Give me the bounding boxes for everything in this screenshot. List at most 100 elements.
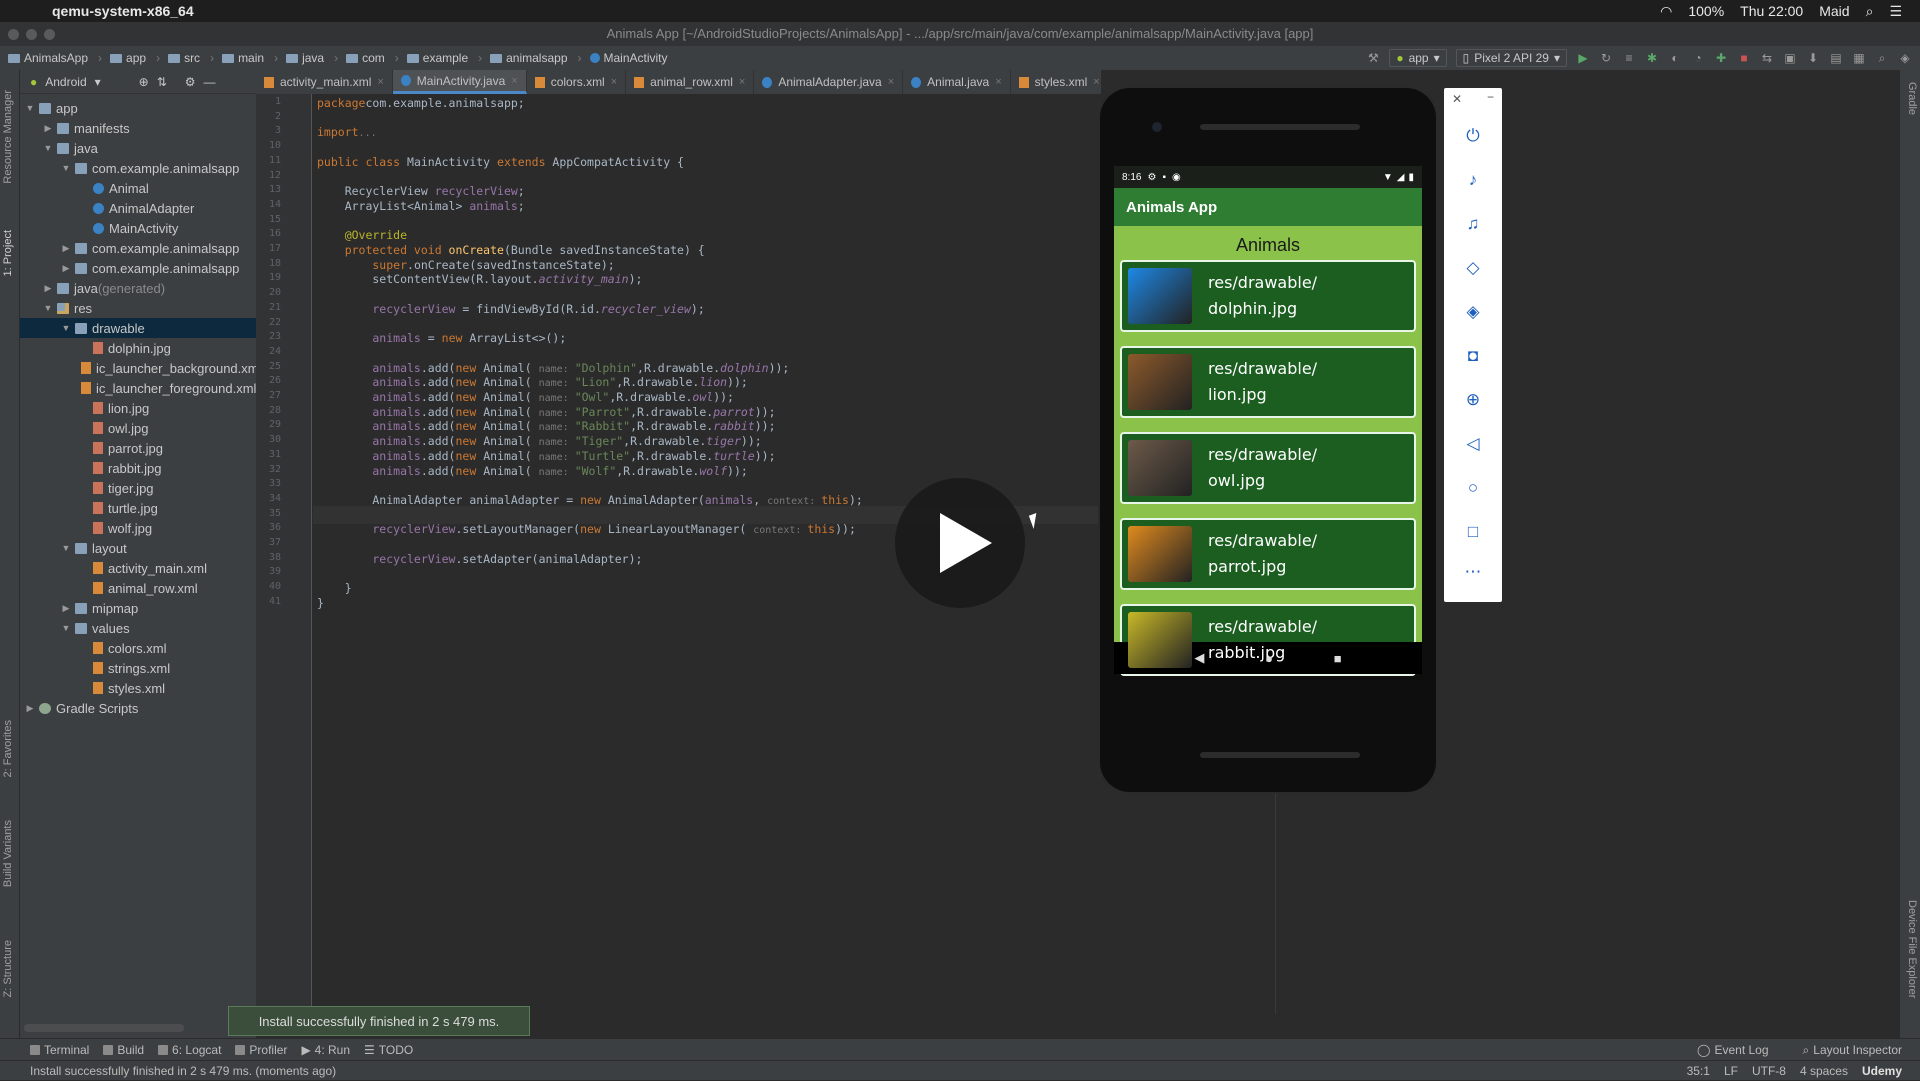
- editor-tab[interactable]: colors.xml ×: [527, 70, 627, 94]
- code-editor[interactable]: 1 2 3 10 11 12 13 14 15 16 17 18 19 20 21 22 23 24 25 26 27 2…: [256, 94, 1876, 1014]
- code-line[interactable]: animals.add(new Animal( name: "Wolf",R.d…: [317, 462, 747, 480]
- tree-item[interactable]: ▶ com.example.animalsapp: [20, 238, 256, 258]
- run-tab[interactable]: ▶ 4: Run: [301, 1043, 350, 1057]
- close-icon[interactable]: ✕: [1452, 92, 1462, 106]
- close-tab-icon[interactable]: ×: [511, 75, 517, 87]
- editor-tab[interactable]: animal_row.xml ×: [626, 70, 755, 94]
- logcat-tab[interactable]: 6: Logcat: [158, 1043, 221, 1057]
- collapsed-arrow-icon[interactable]: ▶: [60, 603, 72, 614]
- code-line[interactable]: recyclerView.setAdapter(animalAdapter);: [317, 550, 642, 568]
- volume-up-icon[interactable]: ♪: [1444, 170, 1502, 190]
- tree-item[interactable]: ▼ drawable: [20, 318, 256, 338]
- breadcrumb-item[interactable]: main ›: [222, 51, 278, 65]
- zoom-window-button[interactable]: [44, 29, 55, 40]
- tree-item[interactable]: tiger.jpg: [20, 478, 256, 498]
- tree-item[interactable]: ▶ manifests: [20, 118, 256, 138]
- debug-icon[interactable]: ✱: [1645, 51, 1659, 65]
- stop-icon[interactable]: ■: [1737, 51, 1751, 65]
- more-icon[interactable]: ⋯: [1444, 562, 1502, 582]
- code-line[interactable]: public class MainActivity extends AppCom…: [317, 153, 684, 171]
- tree-item[interactable]: ▼ res: [20, 298, 256, 318]
- close-tab-icon[interactable]: ×: [1093, 76, 1099, 88]
- code-line[interactable]: ArrayList<Animal> animals;: [317, 197, 525, 215]
- power-icon[interactable]: ⏻: [1444, 126, 1502, 146]
- device-dropdown[interactable]: ▯ Pixel 2 API 29 ▾: [1455, 49, 1567, 67]
- clock[interactable]: Thu 22:00: [1740, 3, 1803, 19]
- tree-item[interactable]: animal_row.xml: [20, 578, 256, 598]
- collapsed-arrow-icon[interactable]: ▶: [60, 243, 72, 254]
- coverage-icon[interactable]: ◐: [1668, 51, 1682, 65]
- wifi-icon[interactable]: ◠: [1660, 3, 1672, 20]
- indent-setting[interactable]: 4 spaces: [1800, 1064, 1848, 1078]
- file-encoding[interactable]: UTF-8: [1752, 1064, 1786, 1078]
- search-icon[interactable]: ⌕: [1866, 3, 1874, 20]
- status-message[interactable]: Install successfully finished in 2 s 479…: [30, 1064, 336, 1078]
- project-view-selector[interactable]: Android: [45, 75, 86, 89]
- tree-item[interactable]: ▼ com.example.animalsapp: [20, 158, 256, 178]
- close-tab-icon[interactable]: ×: [888, 76, 894, 88]
- tree-item[interactable]: parrot.jpg: [20, 438, 256, 458]
- event-log-tab[interactable]: ◯ Event Log: [1697, 1043, 1768, 1057]
- overview-icon[interactable]: □: [1444, 522, 1502, 542]
- app-name[interactable]: qemu-system-x86_64: [52, 3, 194, 19]
- avd-manager-icon[interactable]: ▣: [1783, 51, 1797, 65]
- video-play-button[interactable]: [895, 478, 1025, 608]
- collapsed-arrow-icon[interactable]: ▶: [24, 703, 36, 714]
- tree-item[interactable]: Animal: [20, 178, 256, 198]
- device-file-explorer-tab[interactable]: Device File Explorer: [1906, 900, 1918, 998]
- rotate-right-icon[interactable]: ◈: [1444, 302, 1502, 322]
- project-tab[interactable]: 1: Project: [2, 230, 14, 276]
- resource-manager-tab[interactable]: Resource Manager: [2, 90, 14, 184]
- collapse-all-icon[interactable]: ⇅: [157, 75, 167, 89]
- breadcrumb-item[interactable]: example ›: [406, 51, 482, 65]
- code-line[interactable]: import...: [317, 123, 377, 141]
- tree-item[interactable]: ▼ values: [20, 618, 256, 638]
- tree-item[interactable]: ▼ app: [20, 98, 256, 118]
- expanded-arrow-icon[interactable]: ▼: [60, 543, 72, 553]
- editor-tab[interactable]: activity_main.xml ×: [256, 70, 393, 94]
- tree-item[interactable]: ▶ Gradle Scripts: [20, 698, 256, 718]
- tree-item[interactable]: dolphin.jpg: [20, 338, 256, 358]
- layout-icon[interactable]: ▦: [1852, 51, 1866, 65]
- tree-item[interactable]: rabbit.jpg: [20, 458, 256, 478]
- editor-tab[interactable]: AnimalAdapter.java ×: [754, 70, 904, 94]
- hide-icon[interactable]: —: [204, 75, 216, 89]
- close-tab-icon[interactable]: ×: [377, 76, 383, 88]
- install-toast[interactable]: Install successfully finished in 2 s 479…: [228, 1006, 530, 1036]
- close-tab-icon[interactable]: ×: [739, 76, 745, 88]
- nav-home-icon[interactable]: ●: [1265, 651, 1273, 666]
- breadcrumb-item[interactable]: java ›: [286, 51, 338, 65]
- editor-tab[interactable]: Animal.java ×: [903, 70, 1011, 94]
- expanded-arrow-icon[interactable]: ▼: [42, 143, 54, 153]
- close-window-button[interactable]: [8, 29, 19, 40]
- animal-row[interactable]: res/drawable/lion.jpg: [1120, 346, 1416, 418]
- menu-list-icon[interactable]: ☰: [1889, 3, 1902, 20]
- tree-item[interactable]: ▼ layout: [20, 538, 256, 558]
- code-line[interactable]: animals = new ArrayList<>();: [317, 329, 566, 347]
- tree-item[interactable]: AnimalAdapter: [20, 198, 256, 218]
- tree-item[interactable]: ▶ com.example.animalsapp: [20, 258, 256, 278]
- caret-position[interactable]: 35:1: [1687, 1064, 1710, 1078]
- editor-tab[interactable]: styles.xml ×: [1011, 70, 1101, 94]
- line-separator[interactable]: LF: [1724, 1064, 1738, 1078]
- tree-item[interactable]: ▶ java (generated): [20, 278, 256, 298]
- attach-debugger-icon[interactable]: ✚: [1714, 51, 1728, 65]
- tree-item[interactable]: colors.xml: [20, 638, 256, 658]
- tree-item[interactable]: ▶ mipmap: [20, 598, 256, 618]
- gradle-icon[interactable]: ◈: [1898, 51, 1912, 65]
- app-content[interactable]: Animals res/drawable/dolphin.jpg res/draw…: [1114, 226, 1422, 676]
- breadcrumb-item[interactable]: MainActivity: [589, 51, 668, 65]
- run-config-dropdown[interactable]: ● app ▾: [1389, 49, 1447, 67]
- run-icon[interactable]: ▶: [1576, 51, 1590, 65]
- camera-icon[interactable]: ◘: [1444, 346, 1502, 366]
- breadcrumb-item[interactable]: src ›: [168, 51, 214, 65]
- tree-item[interactable]: turtle.jpg: [20, 498, 256, 518]
- close-tab-icon[interactable]: ×: [995, 76, 1001, 88]
- chevron-down-icon[interactable]: ▾: [95, 75, 101, 89]
- expanded-arrow-icon[interactable]: ▼: [60, 623, 72, 633]
- sync-icon[interactable]: ⇆: [1760, 51, 1774, 65]
- tree-item[interactable]: strings.xml: [20, 658, 256, 678]
- animal-row[interactable]: res/drawable/dolphin.jpg: [1120, 260, 1416, 332]
- expanded-arrow-icon[interactable]: ▼: [60, 163, 72, 173]
- search-icon[interactable]: ⌕: [1875, 51, 1889, 65]
